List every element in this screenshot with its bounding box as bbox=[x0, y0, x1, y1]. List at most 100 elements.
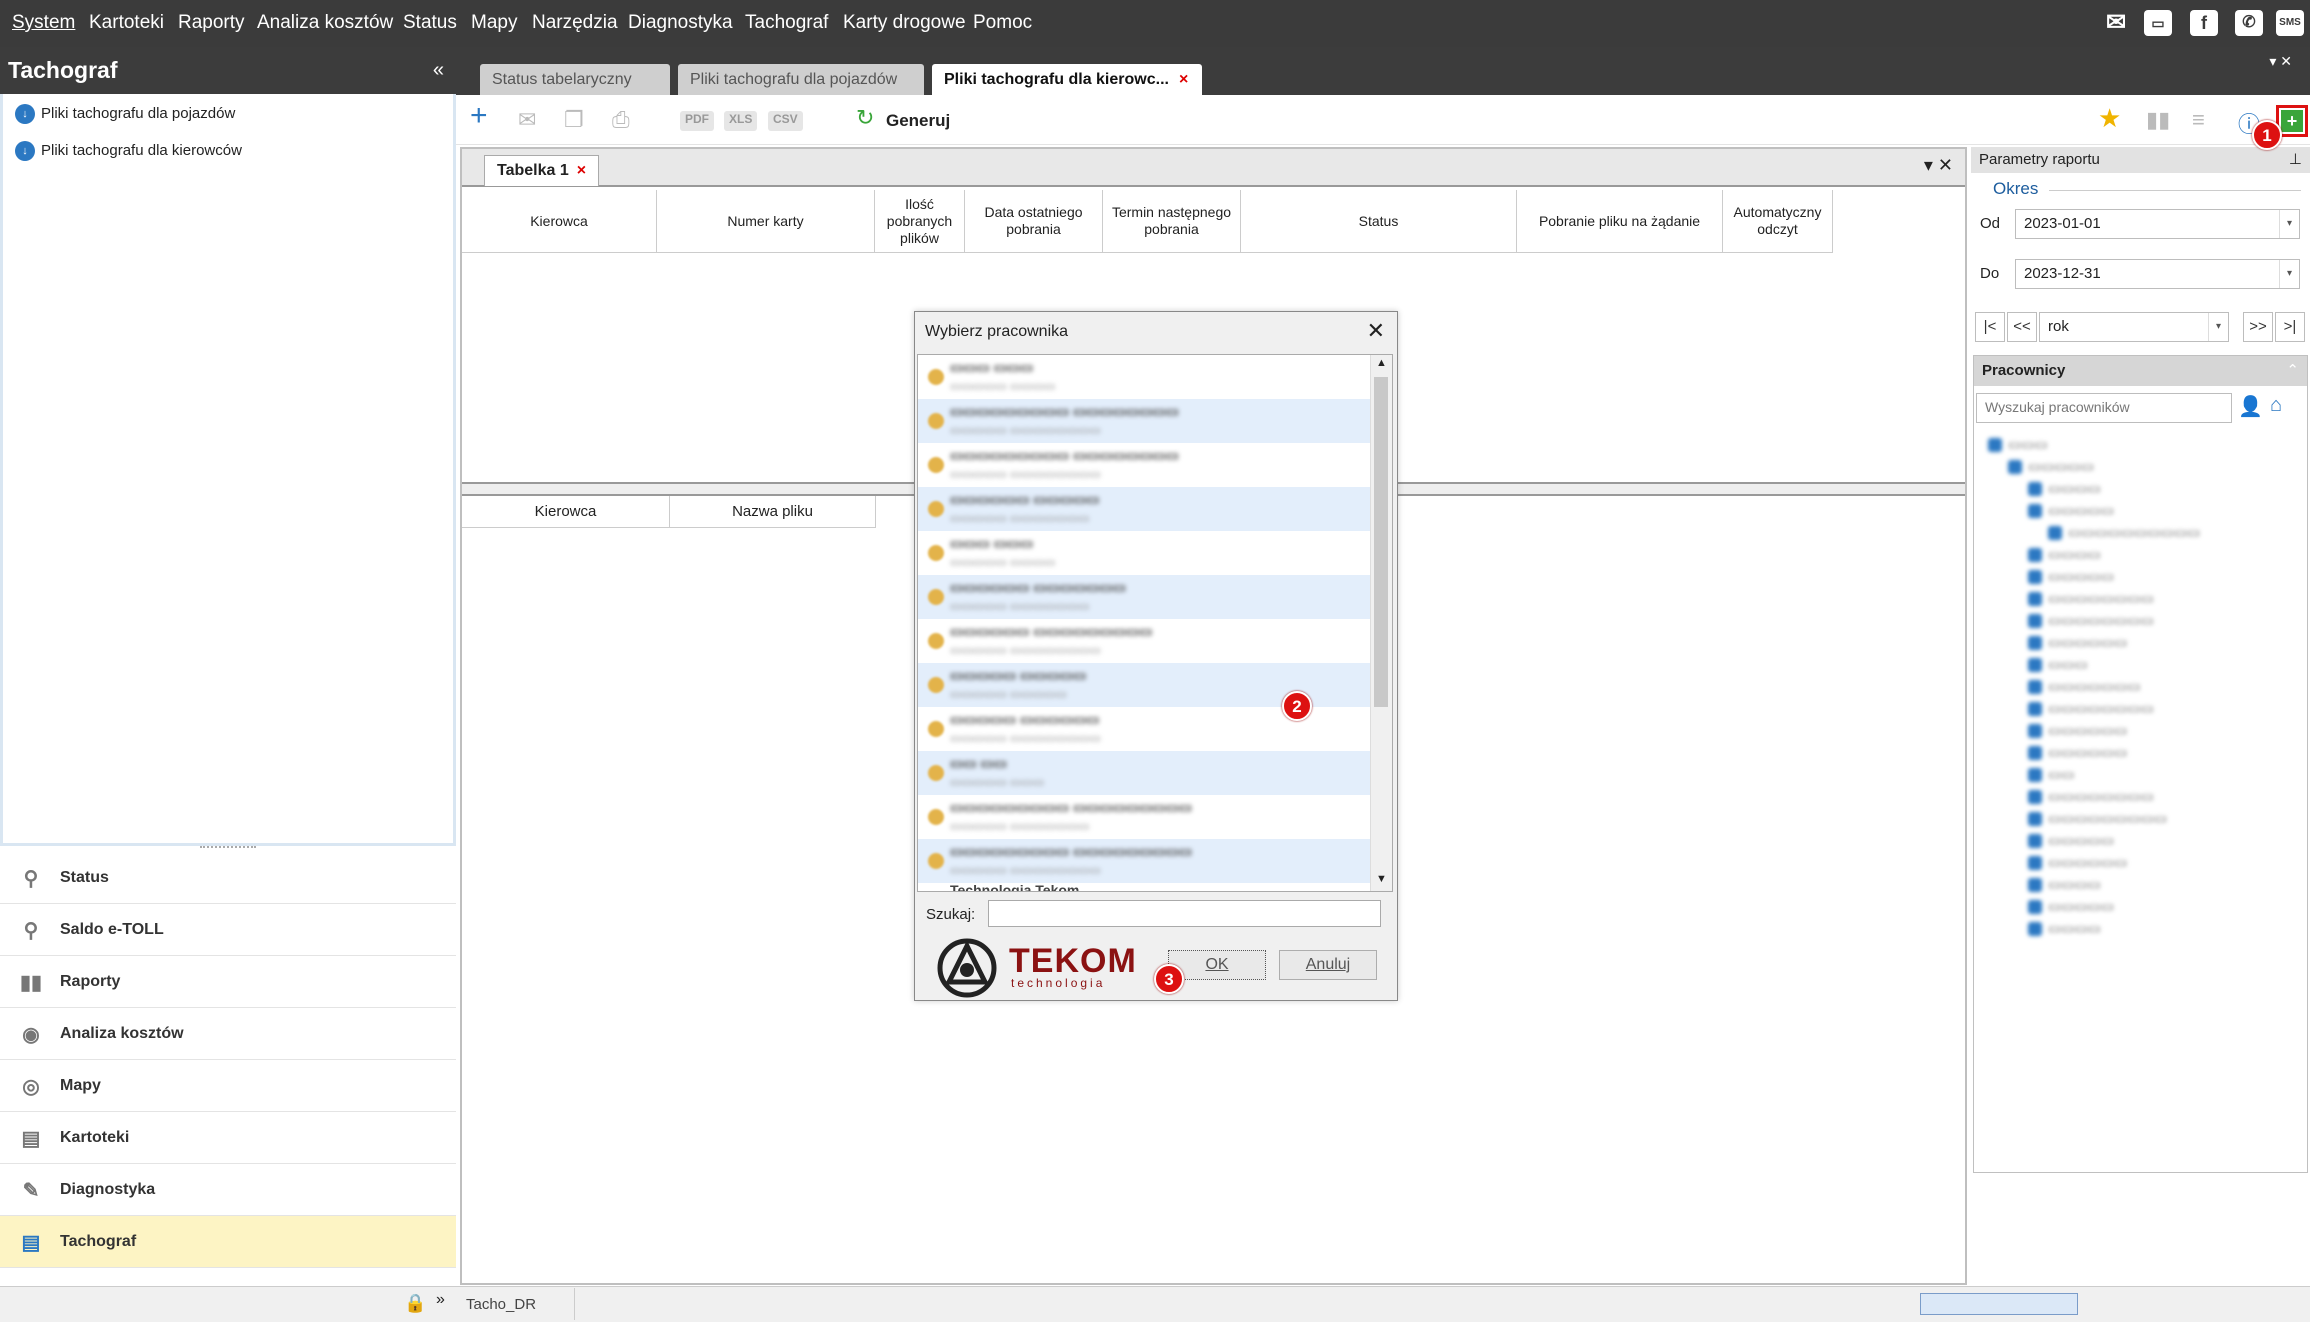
employee-tree-node[interactable]: ▭▭▭▭ bbox=[2028, 920, 2101, 937]
employee-tree-node[interactable]: ▭▭▭▭▭▭ bbox=[2028, 722, 2127, 739]
menu-diagnostyka[interactable]: Diagnostyka bbox=[628, 12, 733, 34]
employee-tree-node[interactable]: ▭▭▭▭▭ bbox=[2028, 832, 2114, 849]
add-icon[interactable]: + bbox=[470, 99, 488, 133]
list-item[interactable]: ▭▭▭▭▭▭ ▭▭▭▭▭▭▭▭▭ ▭▭▭▭▭ ▭▭▭▭▭▭▭▭ bbox=[918, 619, 1370, 663]
dropdown-arrow-icon[interactable]: ▾ bbox=[2208, 313, 2228, 341]
employee-tree-node[interactable]: ▭▭▭▭ bbox=[2028, 546, 2101, 563]
list-item-partial[interactable]: Technologia Tekom bbox=[950, 882, 1079, 891]
col-pobranie-na-zadanie[interactable]: Pobranie pliku na żądanie bbox=[1517, 190, 1723, 253]
mail-icon[interactable]: ✉ bbox=[2102, 10, 2130, 36]
nav-diagnostyka[interactable]: ✎ Diagnostyka bbox=[0, 1164, 456, 1216]
employee-tree-node[interactable]: ▭▭▭▭▭▭ bbox=[2028, 744, 2127, 761]
subtab-tabelka-1[interactable]: Tabelka 1 × bbox=[484, 155, 600, 186]
col2-kierowca[interactable]: Kierowca bbox=[462, 496, 670, 528]
collapse-button[interactable]: « bbox=[433, 59, 444, 82]
employee-tree-node[interactable]: ▭▭▭▭▭▭▭▭ bbox=[2028, 612, 2154, 629]
employee-search-input[interactable]: Wyszukaj pracowników bbox=[1976, 393, 2232, 423]
dropdown-arrow-icon[interactable]: ▾ bbox=[2279, 260, 2299, 288]
phone-icon[interactable]: ✆ bbox=[2235, 10, 2263, 36]
tab-close-button[interactable]: × bbox=[1179, 71, 1188, 88]
message-icon[interactable]: ▭ bbox=[2144, 10, 2172, 36]
col-termin-nastepnego[interactable]: Termin następnego pobrania bbox=[1103, 190, 1241, 253]
menu-karty-drogowe[interactable]: Karty drogowe bbox=[843, 12, 966, 34]
chart-icon[interactable]: ▮▮ bbox=[2146, 107, 2170, 133]
star-icon[interactable]: ★ bbox=[2098, 103, 2121, 134]
scroll-down-icon[interactable]: ▼ bbox=[1376, 873, 1387, 885]
menu-kartoteki[interactable]: Kartoteki bbox=[89, 12, 164, 34]
from-date-field[interactable]: 2023-01-01 ▾ bbox=[2015, 209, 2300, 239]
pin-icon[interactable]: ⊥ bbox=[2289, 150, 2302, 168]
sms-icon[interactable]: SMS bbox=[2276, 10, 2304, 36]
employee-tree-node[interactable]: ▭▭▭▭▭ bbox=[2028, 502, 2114, 519]
menu-analiza-kosztow[interactable]: Analiza kosztów bbox=[257, 12, 393, 34]
export-xls-button[interactable]: XLS bbox=[724, 111, 758, 131]
employee-tree-node[interactable]: ▭▭▭▭ bbox=[2028, 480, 2101, 497]
list-item[interactable]: ▭▭▭▭▭▭ ▭▭▭▭▭▭▭ ▭▭▭▭▭ ▭▭▭▭▭▭▭ bbox=[918, 575, 1370, 619]
employee-tree-node[interactable]: ▭▭▭▭▭ bbox=[2008, 458, 2094, 475]
menu-pomoc[interactable]: Pomoc bbox=[973, 12, 1032, 34]
nav-mapy[interactable]: ◎ Mapy bbox=[0, 1060, 456, 1112]
employee-tree-node[interactable]: ▭▭▭▭▭▭▭▭▭▭ bbox=[2048, 524, 2200, 541]
col-ilosc-plikow[interactable]: Ilość pobranych plików bbox=[875, 190, 965, 253]
email-icon[interactable]: ✉ bbox=[518, 107, 536, 133]
home-icon[interactable]: ⌂ bbox=[2270, 394, 2282, 417]
list-item[interactable]: ▭▭▭ ▭▭▭ ▭▭▭▭▭ ▭▭▭▭ bbox=[918, 355, 1370, 399]
menu-status[interactable]: Status bbox=[403, 12, 457, 34]
tab-menu-icon[interactable]: ▾ ✕ bbox=[2269, 53, 2292, 70]
tab-status-tabelaryczny[interactable]: Status tabelaryczny bbox=[480, 64, 670, 95]
employee-list[interactable]: ▭▭▭ ▭▭▭ ▭▭▭▭▭ ▭▭▭▭ ▭▭▭▭▭▭▭▭▭ ▭▭▭▭▭▭▭▭ ▭▭▭▭… bbox=[917, 354, 1393, 892]
cancel-button[interactable]: Anuluj bbox=[1279, 950, 1377, 980]
scroll-up-icon[interactable]: ▲ bbox=[1376, 357, 1387, 369]
employee-tree-node[interactable]: ▭▭▭▭▭ bbox=[2028, 898, 2114, 915]
employee-tree-node[interactable]: ▭▭▭▭▭ bbox=[2028, 568, 2114, 585]
prev-period-button[interactable]: << bbox=[2007, 312, 2037, 342]
col-numer-karty[interactable]: Numer karty bbox=[657, 190, 875, 253]
export-csv-button[interactable]: CSV bbox=[768, 111, 803, 131]
list-item[interactable]: ▭▭▭▭▭▭▭▭▭ ▭▭▭▭▭▭▭▭ ▭▭▭▭▭ ▭▭▭▭▭▭▭▭ bbox=[918, 443, 1370, 487]
employee-tree-node[interactable]: ▭▭ bbox=[2028, 766, 2074, 783]
dropdown-arrow-icon[interactable]: ▾ bbox=[2279, 210, 2299, 238]
col-automatyczny-odczyt[interactable]: Automatyczny odczyt bbox=[1723, 190, 1833, 253]
dialog-search-input[interactable] bbox=[988, 900, 1381, 927]
menu-narzedzia[interactable]: Narzędzia bbox=[532, 12, 618, 34]
user-filter-icon[interactable]: 👤 bbox=[2238, 394, 2263, 419]
copy-icon[interactable]: ❐ bbox=[564, 107, 584, 133]
list-scrollbar[interactable]: ▲ ▼ bbox=[1370, 355, 1392, 891]
print-icon[interactable]: ⎙ bbox=[612, 107, 630, 133]
list-item[interactable]: ▭▭▭▭▭▭▭▭▭ ▭▭▭▭▭▭▭▭▭ ▭▭▭▭▭ ▭▭▭▭▭▭▭▭ bbox=[918, 839, 1370, 883]
menu-mapy[interactable]: Mapy bbox=[471, 12, 517, 34]
employee-tree-node[interactable]: ▭▭▭▭▭▭▭▭ bbox=[2028, 700, 2154, 717]
tree-item-vehicles[interactable]: ↓ Pliki tachografu dla pojazdów bbox=[15, 104, 235, 124]
employee-tree-node[interactable]: ▭▭▭▭ bbox=[2028, 876, 2101, 893]
menu-system[interactable]: System bbox=[12, 12, 75, 34]
tab-pliki-pojazdow[interactable]: Pliki tachografu dla pojazdów bbox=[678, 64, 924, 95]
subtab-menu-icon[interactable]: ▾ ✕ bbox=[1924, 155, 1953, 176]
export-pdf-button[interactable]: PDF bbox=[680, 111, 714, 131]
col-kierowca[interactable]: Kierowca bbox=[462, 190, 657, 253]
facebook-icon[interactable]: f bbox=[2190, 10, 2218, 36]
scrollbar-thumb[interactable] bbox=[1374, 377, 1388, 707]
splitter-handle[interactable] bbox=[200, 846, 256, 850]
nav-tachograf[interactable]: ▤ Tachograf bbox=[0, 1216, 456, 1268]
nav-analiza-kosztow[interactable]: ◉ Analiza kosztów bbox=[0, 1008, 456, 1060]
collapse-up-icon[interactable]: ⌃ bbox=[2286, 361, 2299, 379]
menu-raporty[interactable]: Raporty bbox=[178, 12, 245, 34]
col-data-ostatniego[interactable]: Data ostatniego pobrania bbox=[965, 190, 1103, 253]
list-item[interactable]: ▭▭▭▭▭▭▭▭▭ ▭▭▭▭▭▭▭▭ ▭▭▭▭▭ ▭▭▭▭▭▭▭▭ bbox=[918, 399, 1370, 443]
col-status[interactable]: Status bbox=[1241, 190, 1517, 253]
employee-tree-node[interactable]: ▭▭▭ bbox=[2028, 656, 2088, 673]
employee-tree-node[interactable]: ▭▭▭▭▭▭▭▭ bbox=[2028, 788, 2154, 805]
list-item[interactable]: ▭▭▭▭▭▭▭▭▭ ▭▭▭▭▭▭▭▭▭ ▭▭▭▭▭ ▭▭▭▭▭▭▭ bbox=[918, 795, 1370, 839]
menu-tachograf[interactable]: Tachograf bbox=[745, 12, 828, 34]
employee-tree-node[interactable]: ▭▭▭▭▭▭▭ bbox=[2028, 678, 2141, 695]
nav-raporty[interactable]: ▮▮ Raporty bbox=[0, 956, 456, 1008]
nav-status[interactable]: ⚲ Status bbox=[0, 852, 456, 904]
nav-saldo-etoll[interactable]: ⚲ Saldo e-TOLL bbox=[0, 904, 456, 956]
list-item[interactable]: ▭▭ ▭▭ ▭▭▭▭▭ ▭▭▭ bbox=[918, 751, 1370, 795]
employee-tree-node[interactable]: ▭▭▭ bbox=[1988, 436, 2048, 453]
to-date-field[interactable]: 2023-12-31 ▾ bbox=[2015, 259, 2300, 289]
first-period-button[interactable]: |< bbox=[1975, 312, 2005, 342]
col2-nazwa-pliku[interactable]: Nazwa pliku bbox=[670, 496, 876, 528]
next-period-button[interactable]: >> bbox=[2243, 312, 2273, 342]
last-period-button[interactable]: >| bbox=[2275, 312, 2305, 342]
